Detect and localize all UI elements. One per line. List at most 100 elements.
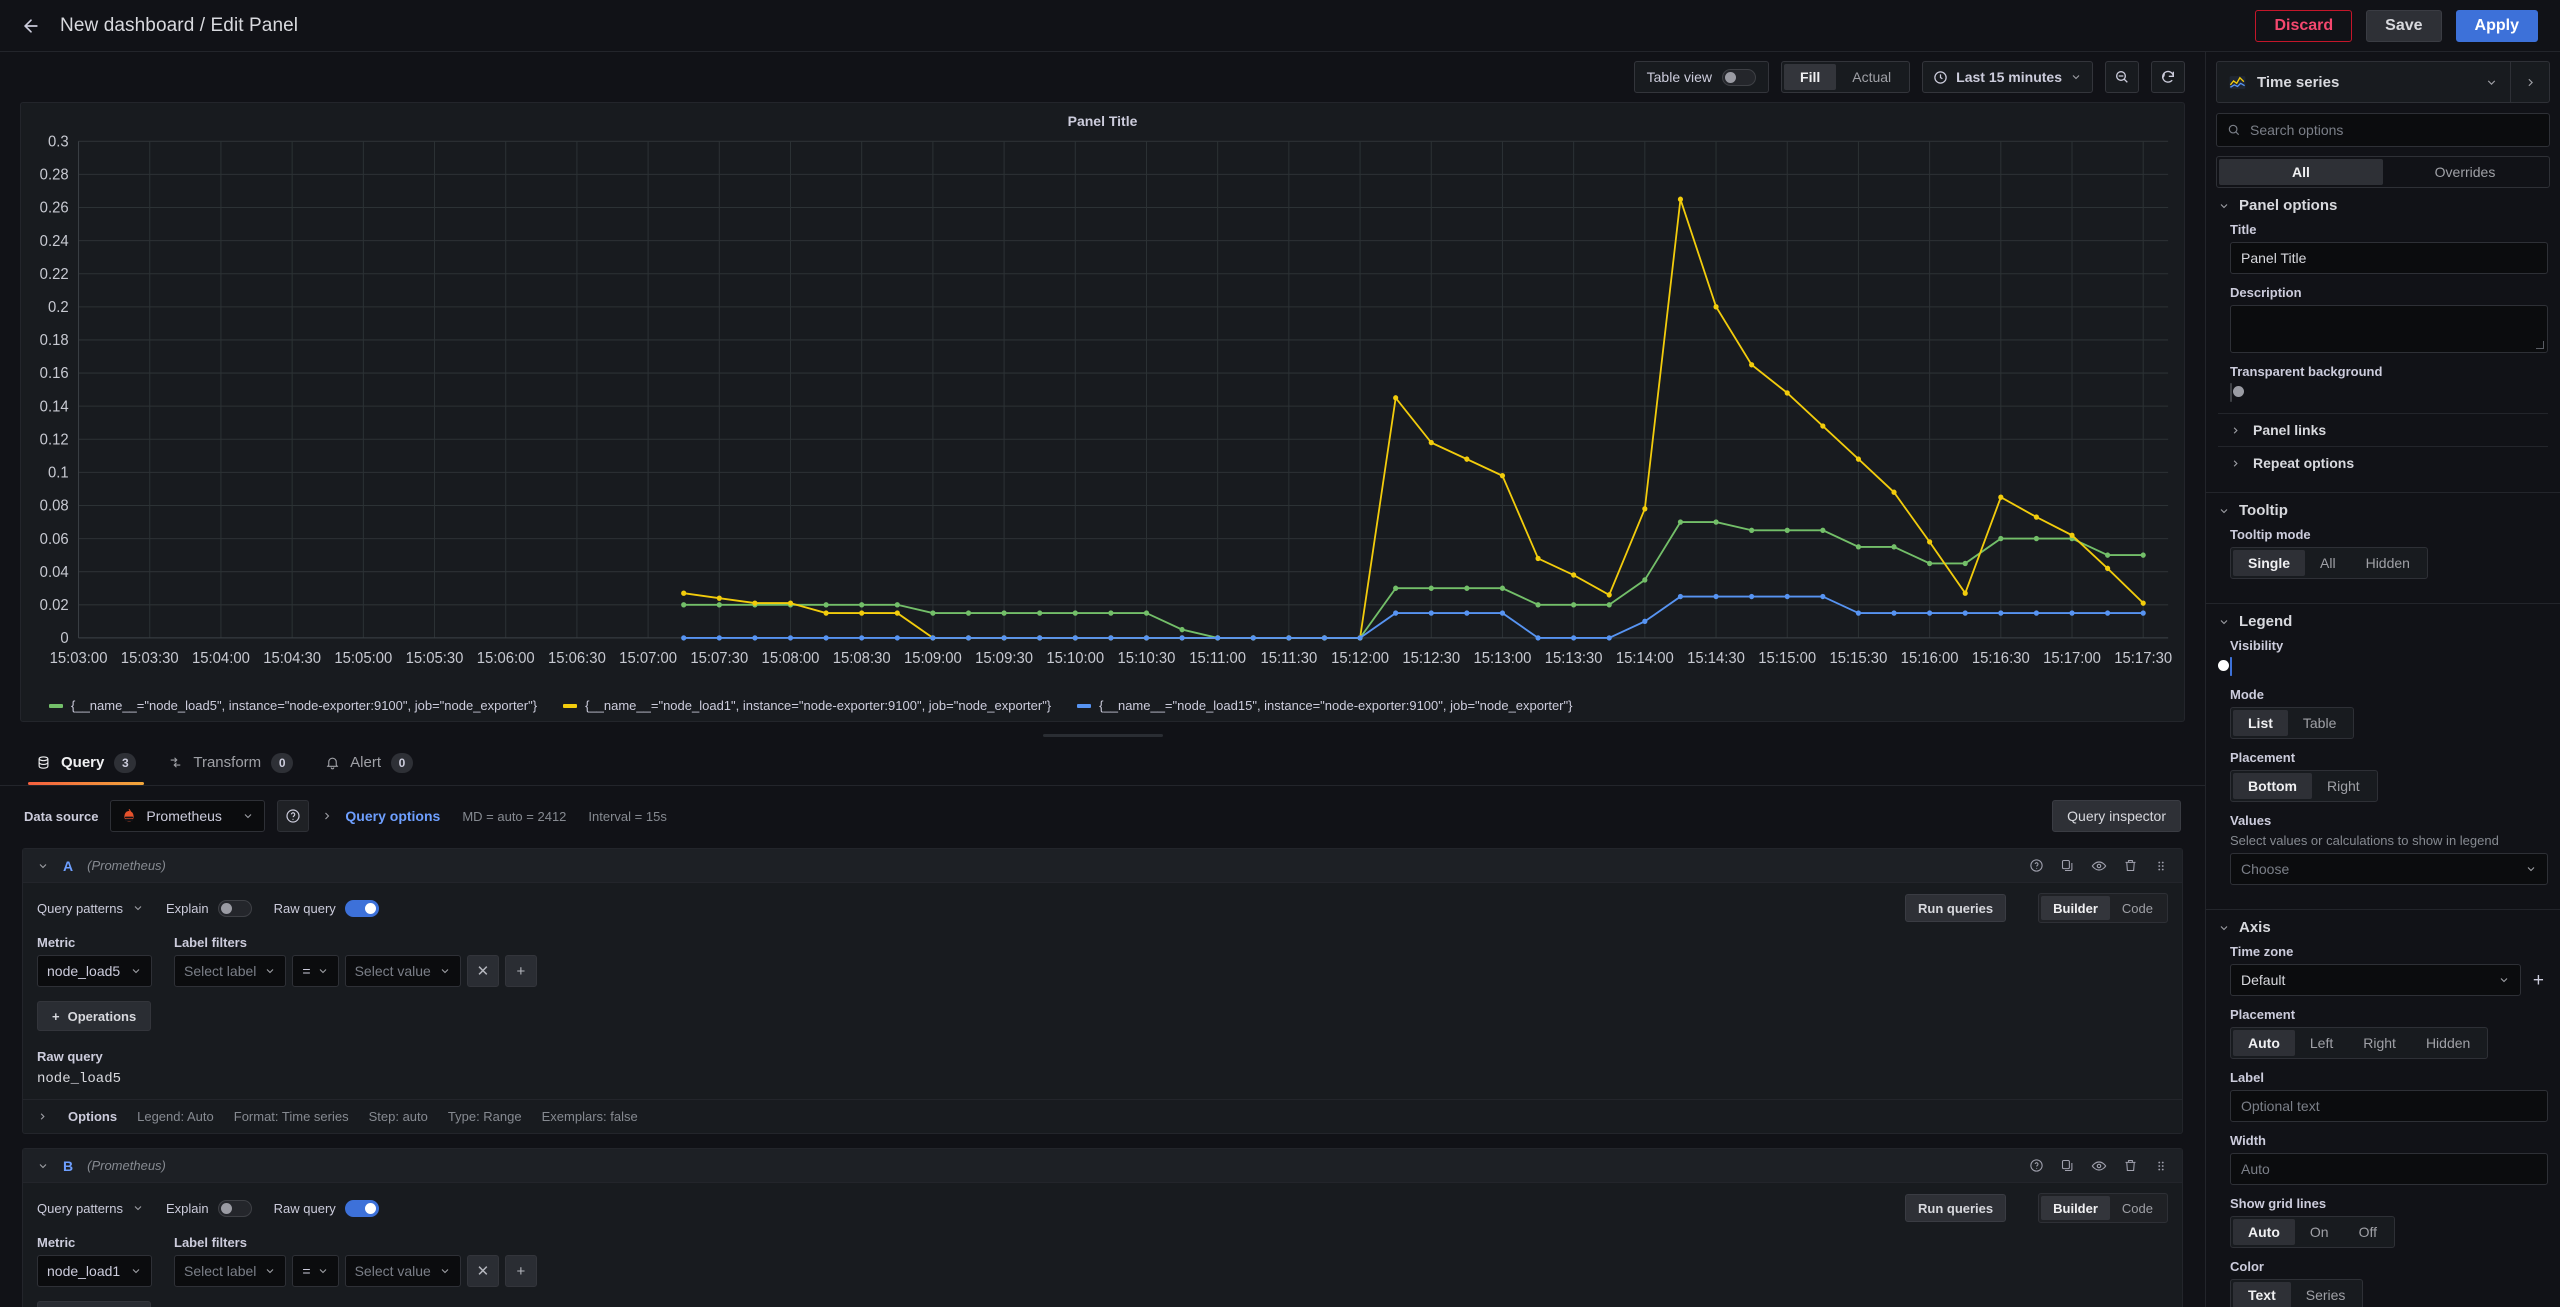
- query-patterns-button[interactable]: Query patterns: [37, 1201, 144, 1216]
- duplicate-query-icon[interactable]: [2060, 1158, 2075, 1173]
- transparent-background-toggle[interactable]: [2230, 383, 2244, 402]
- raw-query-toggle[interactable]: [344, 899, 379, 917]
- drag-query-icon[interactable]: [2154, 1159, 2168, 1173]
- panel-resize-bar[interactable]: [0, 730, 2205, 740]
- axis-timezone-select[interactable]: Default: [2230, 964, 2521, 996]
- close-icon[interactable]: ✕: [466, 1255, 499, 1287]
- search-options-input[interactable]: Search options: [2216, 113, 2550, 147]
- legend-mode-table[interactable]: Table: [2288, 710, 2351, 736]
- axis-header[interactable]: Axis: [2218, 919, 2548, 936]
- select-value-dropdown[interactable]: Select value: [344, 955, 461, 987]
- tooltip-header[interactable]: Tooltip: [2218, 502, 2548, 519]
- time-range-picker[interactable]: Last 15 minutes: [1922, 61, 2093, 93]
- query-help-icon[interactable]: [2029, 1158, 2044, 1173]
- operations-button[interactable]: +Operations: [37, 1001, 152, 1031]
- fill-option[interactable]: Fill: [1784, 64, 1837, 90]
- raw-query-toggle-group[interactable]: Raw query: [274, 1199, 379, 1217]
- axis-placement-left[interactable]: Left: [2295, 1030, 2348, 1056]
- table-view-toggle[interactable]: [1722, 68, 1757, 86]
- add-timezone-plus-icon[interactable]: +: [2529, 971, 2548, 990]
- tab-transform[interactable]: Transform 0: [154, 740, 307, 785]
- drag-query-icon[interactable]: [2154, 859, 2168, 873]
- resize-grip[interactable]: [1042, 733, 1163, 737]
- explain-toggle-group[interactable]: Explain: [166, 899, 252, 917]
- legend-placement-right[interactable]: Right: [2312, 773, 2375, 799]
- tab-all[interactable]: All: [2219, 159, 2383, 185]
- run-queries-button[interactable]: Run queries: [1905, 1194, 2007, 1222]
- axis-placement-right[interactable]: Right: [2348, 1030, 2411, 1056]
- visualization-picker[interactable]: Time series: [2216, 61, 2550, 103]
- explain-toggle[interactable]: [217, 1199, 252, 1217]
- refresh-button[interactable]: [2151, 61, 2185, 93]
- legend-item-2[interactable]: {__name__="node_load15", instance="node-…: [1077, 698, 1572, 713]
- tooltip-mode-single[interactable]: Single: [2233, 550, 2306, 576]
- explain-toggle-group[interactable]: Explain: [166, 1199, 252, 1217]
- operator-dropdown[interactable]: =: [292, 955, 339, 987]
- datasource-help-button[interactable]: [277, 800, 310, 832]
- axis-grid-auto[interactable]: Auto: [2233, 1219, 2295, 1245]
- axis-placement-hidden[interactable]: Hidden: [2411, 1030, 2485, 1056]
- timeseries-chart[interactable]: 0.3 0.28 0.26 0.24 0.22 0.2 0.18 0.16 0.14 0.12 0.…: [21, 133, 2184, 694]
- panel-options-header[interactable]: Panel options: [2218, 197, 2548, 214]
- chevron-right-icon[interactable]: [321, 810, 333, 822]
- axis-color-text[interactable]: Text: [2233, 1282, 2291, 1307]
- legend-item-0[interactable]: {__name__="node_load5", instance="node-e…: [49, 698, 537, 713]
- operator-dropdown[interactable]: =: [292, 1255, 339, 1287]
- panel-description-textarea[interactable]: [2230, 305, 2548, 353]
- builder-option[interactable]: Builder: [2041, 896, 2110, 920]
- tooltip-mode-all[interactable]: All: [2305, 550, 2351, 576]
- panel-title-input[interactable]: Panel Title: [2230, 242, 2548, 274]
- breadcrumb[interactable]: New dashboard / Edit Panel: [60, 15, 298, 37]
- legend-header[interactable]: Legend: [2218, 613, 2548, 630]
- raw-query-toggle-group[interactable]: Raw query: [274, 899, 379, 917]
- table-view-toggle-group[interactable]: Table view: [1633, 61, 1770, 93]
- code-option[interactable]: Code: [2110, 1196, 2165, 1220]
- discard-button[interactable]: Discard: [2255, 9, 2353, 42]
- back-arrow-icon[interactable]: [18, 13, 44, 39]
- tab-alert[interactable]: Alert 0: [311, 740, 427, 785]
- select-value-dropdown[interactable]: Select value: [344, 1255, 461, 1287]
- select-label-dropdown[interactable]: Select label: [174, 955, 287, 987]
- tab-query[interactable]: Query 3: [22, 740, 150, 785]
- delete-query-icon[interactable]: [2123, 1158, 2138, 1173]
- query-inspector-button[interactable]: Query inspector: [2052, 800, 2181, 832]
- apply-button[interactable]: Apply: [2455, 9, 2538, 42]
- hide-query-icon[interactable]: [2091, 1158, 2107, 1174]
- select-label-dropdown[interactable]: Select label: [174, 1255, 287, 1287]
- plus-icon[interactable]: +: [504, 1255, 537, 1287]
- legend-visibility-toggle[interactable]: [2218, 657, 2232, 676]
- zoom-out-button[interactable]: [2105, 61, 2139, 93]
- axis-width-input[interactable]: Auto: [2230, 1153, 2548, 1185]
- datasource-picker[interactable]: Prometheus: [110, 800, 266, 832]
- axis-placement-auto[interactable]: Auto: [2233, 1030, 2295, 1056]
- legend-mode-list[interactable]: List: [2233, 710, 2288, 736]
- run-queries-button[interactable]: Run queries: [1905, 894, 2007, 922]
- metric-select[interactable]: node_load5: [37, 955, 152, 987]
- legend-item-1[interactable]: {__name__="node_load1", instance="node-e…: [563, 698, 1051, 713]
- close-icon[interactable]: ✕: [466, 955, 499, 987]
- query-ref-id[interactable]: B: [63, 1158, 73, 1174]
- repeat-options-row[interactable]: Repeat options: [2218, 446, 2548, 479]
- plus-icon[interactable]: +: [504, 955, 537, 987]
- operations-button[interactable]: +Operations: [37, 1301, 152, 1307]
- raw-query-toggle[interactable]: [344, 1199, 379, 1217]
- collapse-query-chevron-down-icon[interactable]: [37, 1160, 49, 1172]
- actual-option[interactable]: Actual: [1836, 64, 1907, 90]
- duplicate-query-icon[interactable]: [2060, 858, 2075, 873]
- axis-grid-on[interactable]: On: [2295, 1219, 2344, 1245]
- query-options-link[interactable]: Query options: [345, 808, 440, 824]
- tab-overrides[interactable]: Overrides: [2383, 159, 2547, 185]
- query-ref-id[interactable]: A: [63, 858, 73, 874]
- save-button[interactable]: Save: [2366, 9, 2442, 42]
- legend-placement-bottom[interactable]: Bottom: [2233, 773, 2312, 799]
- panel-links-row[interactable]: Panel links: [2218, 413, 2548, 446]
- query-patterns-button[interactable]: Query patterns: [37, 901, 144, 916]
- legend-values-select[interactable]: Choose: [2230, 853, 2548, 885]
- tooltip-mode-hidden[interactable]: Hidden: [2351, 550, 2425, 576]
- axis-color-series[interactable]: Series: [2291, 1282, 2361, 1307]
- viz-picker-chevron-right-icon[interactable]: [2511, 62, 2549, 102]
- query-options-row[interactable]: Options Legend: Auto Format: Time series St…: [23, 1099, 2182, 1133]
- hide-query-icon[interactable]: [2091, 858, 2107, 874]
- explain-toggle[interactable]: [217, 899, 252, 917]
- expand-options-chevron-right-icon[interactable]: [37, 1111, 48, 1122]
